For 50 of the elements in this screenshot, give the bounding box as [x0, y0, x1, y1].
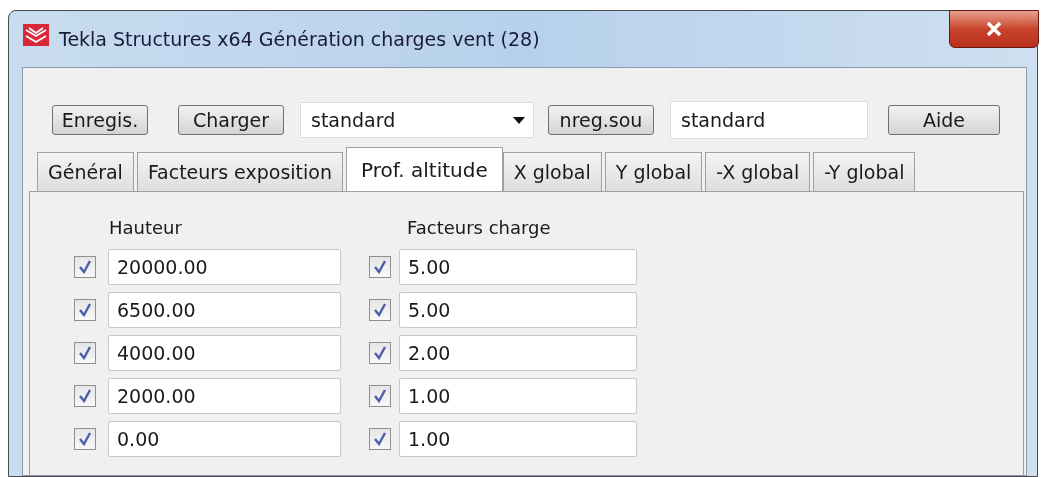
column-heading: Facteurs charge — [407, 216, 551, 240]
checkmark-icon — [78, 432, 92, 446]
checkmark-icon — [78, 303, 92, 317]
checkmark-icon — [373, 389, 387, 403]
text-field[interactable]: 5.00 — [399, 292, 637, 328]
checkmark-icon — [78, 260, 92, 274]
checkbox[interactable] — [369, 385, 391, 407]
checkbox[interactable] — [369, 342, 391, 364]
text-field[interactable]: 1.00 — [399, 421, 637, 457]
column-heading: Hauteur — [109, 216, 183, 240]
checkmark-icon — [373, 260, 387, 274]
checkbox[interactable] — [74, 342, 96, 364]
checkmark-icon — [78, 389, 92, 403]
text-field[interactable]: 4000.00 — [108, 335, 341, 371]
tab[interactable]: X global — [502, 152, 602, 191]
save-button[interactable]: Enregis. — [52, 105, 148, 135]
checkbox[interactable] — [74, 256, 96, 278]
checkbox[interactable] — [369, 428, 391, 450]
close-button[interactable] — [949, 10, 1039, 48]
text-field[interactable]: 5.00 — [399, 249, 637, 285]
preset-dropdown[interactable]: standard — [300, 102, 534, 138]
name-field[interactable]: standard — [670, 101, 868, 139]
dropdown-arrow-icon — [513, 116, 525, 124]
app-logo-icon — [23, 24, 49, 46]
text-field[interactable]: 0.00 — [108, 421, 341, 457]
checkmark-icon — [78, 346, 92, 360]
checkmark-icon — [373, 346, 387, 360]
text-field[interactable]: 2000.00 — [108, 378, 341, 414]
checkbox[interactable] — [74, 385, 96, 407]
checkmark-icon — [373, 303, 387, 317]
close-icon — [985, 21, 1003, 37]
checkbox[interactable] — [74, 428, 96, 450]
checkmark-icon — [373, 432, 387, 446]
tab[interactable]: Facteurs exposition — [136, 152, 343, 191]
save-as-button[interactable]: nreg.sou — [548, 105, 654, 135]
text-field[interactable]: 1.00 — [399, 378, 637, 414]
tab[interactable]: -Y global — [813, 152, 916, 191]
window-title: Tekla Structures x64 Génération charges vent (28) — [59, 27, 540, 52]
tab[interactable]: Y global — [604, 152, 703, 191]
tab[interactable]: -X global — [705, 152, 811, 191]
help-button[interactable]: Aide — [888, 105, 1000, 135]
tab[interactable]: Général — [37, 152, 134, 191]
checkbox[interactable] — [369, 256, 391, 278]
checkbox[interactable] — [74, 299, 96, 321]
load-button[interactable]: Charger — [178, 105, 284, 135]
checkbox[interactable] — [369, 299, 391, 321]
text-field[interactable]: 20000.00 — [108, 249, 341, 285]
tab[interactable]: Prof. altitude — [345, 147, 503, 191]
text-field[interactable]: 2.00 — [399, 335, 637, 371]
text-field[interactable]: 6500.00 — [108, 292, 341, 328]
